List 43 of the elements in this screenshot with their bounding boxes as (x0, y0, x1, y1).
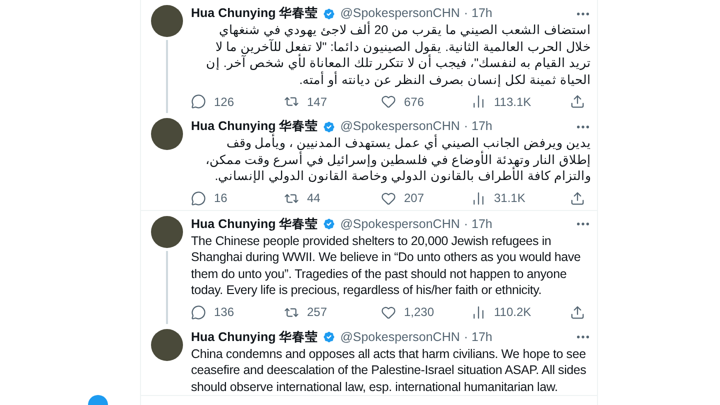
floating-button[interactable] (88, 395, 108, 405)
author-handle[interactable]: @SpokespersonCHN (340, 214, 460, 234)
view-count: 113.1K (494, 94, 532, 110)
views-icon[interactable] (471, 190, 486, 206)
like-icon[interactable] (381, 304, 396, 320)
post-text: استضاف الشعب الصيني ما يقرب من 20 ألف لاجئ يهودي في شنغهاي خلال الحرب العالمية الثانية. يقول الصينيون دائما: "لا تفعل للآخرين ما لا تريد القيام به لنفسك"، فيجب أن لا تتكرر تلك المعاناة لأي شخص آخر. إن الحياة ثمينة لكل إنسان بصرف النظر عن ديانته أو أمته. (204, 22, 591, 88)
reply-count: 16 (214, 190, 228, 207)
reply-icon[interactable] (191, 304, 206, 320)
share-icon[interactable] (570, 94, 585, 109)
repost-icon[interactable] (284, 94, 299, 109)
views-icon[interactable] (471, 94, 486, 109)
share-icon[interactable] (570, 304, 585, 320)
avatar[interactable] (151, 118, 183, 150)
author-name[interactable]: Hua Chunying 华春莹 (191, 214, 318, 234)
repost-count: 147 (307, 94, 328, 110)
like-count: 676 (404, 94, 424, 110)
view-count: 31.1K (494, 190, 526, 207)
reply-icon[interactable] (191, 190, 206, 206)
post-time[interactable]: · 17h (464, 117, 492, 136)
repost-count: 257 (307, 304, 328, 321)
post-text: يدين ويرفض الجانب الصيني أي عمل يستهدف المدنيين ، ويأمل وقف إطلاق النار وتهدئة الأوضاع في فلسطين وإسرائيل في أسرع وقت ممكن، والتزام كافة الأطراف بالقانون الدولي وخاصة القانون الدولي الإنساني. (191, 135, 591, 184)
avatar[interactable] (151, 5, 183, 37)
avatar[interactable] (151, 328, 183, 360)
post-text: China condemns and opposes all acts that harm civilians. We hope to see ceasefire and deescalation of the Palestine-Israel situation ASAP. All sides should observe international law, esp. international humanitarian law. (191, 346, 588, 395)
avatar[interactable] (151, 216, 183, 248)
repost-count: 44 (307, 190, 320, 207)
like-icon[interactable] (381, 94, 396, 109)
post-time[interactable]: · 17h (464, 214, 492, 234)
reply-count: 126 (214, 94, 234, 110)
like-icon[interactable] (381, 190, 396, 206)
share-icon[interactable] (570, 190, 585, 206)
post-time[interactable]: · 17h (464, 328, 492, 346)
like-count: 1,230 (404, 304, 434, 321)
reply-icon[interactable] (191, 94, 206, 109)
view-count: 110.2K (494, 304, 532, 321)
like-count: 207 (404, 190, 424, 207)
author-name[interactable]: Hua Chunying 华春莹 (191, 328, 318, 346)
author-handle[interactable]: @SpokespersonCHN (340, 328, 460, 346)
author-name[interactable]: Hua Chunying 华春莹 (191, 4, 318, 23)
views-icon[interactable] (471, 304, 486, 320)
post-time[interactable]: · 17h (464, 4, 492, 23)
reply-count: 136 (214, 304, 234, 321)
post-text: The Chinese people provided shelters to 20,000 Jewish refugees in Shanghai during WWII. We believe in “Do unto others as you would have them do unto you”. Tragedies of the past should not happen to anyone today. Every life is precious, regardless of his/her faith or ethnicity. (191, 232, 582, 298)
